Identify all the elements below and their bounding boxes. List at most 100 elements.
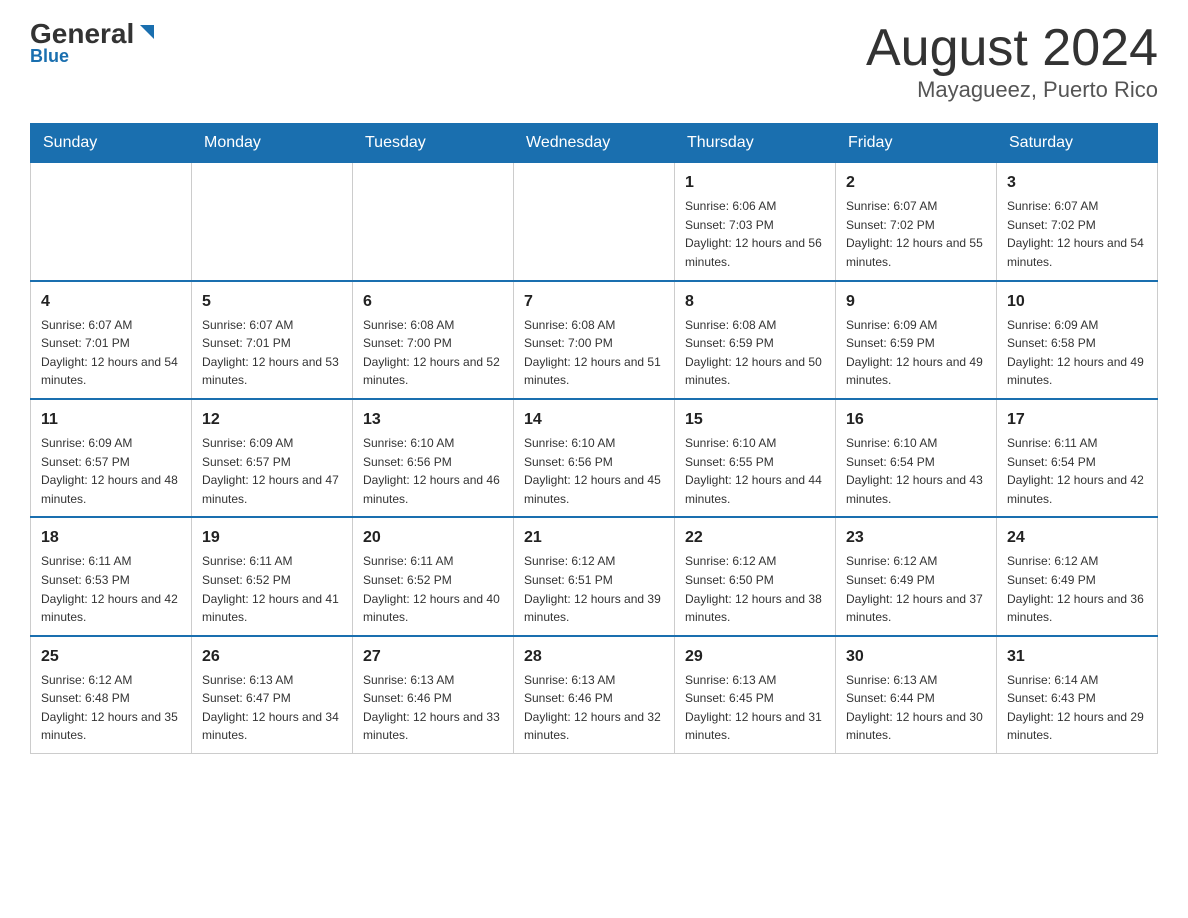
header-saturday: Saturday <box>997 124 1158 163</box>
day-info: Sunrise: 6:13 AMSunset: 6:44 PMDaylight:… <box>846 671 986 745</box>
table-row: 26Sunrise: 6:13 AMSunset: 6:47 PMDayligh… <box>192 636 353 754</box>
table-row: 31Sunrise: 6:14 AMSunset: 6:43 PMDayligh… <box>997 636 1158 754</box>
table-row <box>31 163 192 281</box>
day-number: 1 <box>685 171 825 195</box>
day-number: 28 <box>524 645 664 669</box>
day-info: Sunrise: 6:10 AMSunset: 6:54 PMDaylight:… <box>846 434 986 508</box>
day-info: Sunrise: 6:09 AMSunset: 6:57 PMDaylight:… <box>202 434 342 508</box>
table-row: 25Sunrise: 6:12 AMSunset: 6:48 PMDayligh… <box>31 636 192 754</box>
day-number: 12 <box>202 408 342 432</box>
table-row: 3Sunrise: 6:07 AMSunset: 7:02 PMDaylight… <box>997 163 1158 281</box>
day-info: Sunrise: 6:09 AMSunset: 6:58 PMDaylight:… <box>1007 316 1147 390</box>
calendar-week-row: 4Sunrise: 6:07 AMSunset: 7:01 PMDaylight… <box>31 281 1158 399</box>
day-info: Sunrise: 6:09 AMSunset: 6:59 PMDaylight:… <box>846 316 986 390</box>
day-info: Sunrise: 6:07 AMSunset: 7:02 PMDaylight:… <box>1007 197 1147 271</box>
table-row <box>514 163 675 281</box>
day-number: 17 <box>1007 408 1147 432</box>
day-number: 11 <box>41 408 181 432</box>
table-row: 24Sunrise: 6:12 AMSunset: 6:49 PMDayligh… <box>997 517 1158 635</box>
logo: General Blue <box>30 20 158 67</box>
day-info: Sunrise: 6:10 AMSunset: 6:55 PMDaylight:… <box>685 434 825 508</box>
day-info: Sunrise: 6:11 AMSunset: 6:54 PMDaylight:… <box>1007 434 1147 508</box>
day-info: Sunrise: 6:07 AMSunset: 7:01 PMDaylight:… <box>41 316 181 390</box>
day-number: 14 <box>524 408 664 432</box>
day-info: Sunrise: 6:13 AMSunset: 6:47 PMDaylight:… <box>202 671 342 745</box>
day-number: 9 <box>846 290 986 314</box>
day-number: 19 <box>202 526 342 550</box>
table-row: 22Sunrise: 6:12 AMSunset: 6:50 PMDayligh… <box>675 517 836 635</box>
table-row: 23Sunrise: 6:12 AMSunset: 6:49 PMDayligh… <box>836 517 997 635</box>
day-info: Sunrise: 6:09 AMSunset: 6:57 PMDaylight:… <box>41 434 181 508</box>
table-row: 14Sunrise: 6:10 AMSunset: 6:56 PMDayligh… <box>514 399 675 517</box>
calendar-table: Sunday Monday Tuesday Wednesday Thursday… <box>30 123 1158 754</box>
header-wednesday: Wednesday <box>514 124 675 163</box>
calendar-week-row: 11Sunrise: 6:09 AMSunset: 6:57 PMDayligh… <box>31 399 1158 517</box>
day-number: 20 <box>363 526 503 550</box>
table-row: 12Sunrise: 6:09 AMSunset: 6:57 PMDayligh… <box>192 399 353 517</box>
day-number: 31 <box>1007 645 1147 669</box>
header-thursday: Thursday <box>675 124 836 163</box>
logo-general: General <box>30 20 134 48</box>
day-info: Sunrise: 6:11 AMSunset: 6:53 PMDaylight:… <box>41 552 181 626</box>
day-number: 13 <box>363 408 503 432</box>
day-number: 23 <box>846 526 986 550</box>
table-row: 6Sunrise: 6:08 AMSunset: 7:00 PMDaylight… <box>353 281 514 399</box>
table-row: 7Sunrise: 6:08 AMSunset: 7:00 PMDaylight… <box>514 281 675 399</box>
calendar-week-row: 1Sunrise: 6:06 AMSunset: 7:03 PMDaylight… <box>31 163 1158 281</box>
calendar-title: August 2024 <box>866 20 1158 77</box>
header-tuesday: Tuesday <box>353 124 514 163</box>
calendar-header-row: Sunday Monday Tuesday Wednesday Thursday… <box>31 124 1158 163</box>
logo-blue: Blue <box>30 46 69 67</box>
title-section: August 2024 Mayagueez, Puerto Rico <box>866 20 1158 103</box>
calendar-week-row: 18Sunrise: 6:11 AMSunset: 6:53 PMDayligh… <box>31 517 1158 635</box>
day-info: Sunrise: 6:12 AMSunset: 6:49 PMDaylight:… <box>846 552 986 626</box>
day-info: Sunrise: 6:13 AMSunset: 6:46 PMDaylight:… <box>524 671 664 745</box>
day-number: 2 <box>846 171 986 195</box>
day-info: Sunrise: 6:08 AMSunset: 7:00 PMDaylight:… <box>524 316 664 390</box>
day-number: 6 <box>363 290 503 314</box>
day-info: Sunrise: 6:06 AMSunset: 7:03 PMDaylight:… <box>685 197 825 271</box>
table-row: 2Sunrise: 6:07 AMSunset: 7:02 PMDaylight… <box>836 163 997 281</box>
day-number: 5 <box>202 290 342 314</box>
table-row: 11Sunrise: 6:09 AMSunset: 6:57 PMDayligh… <box>31 399 192 517</box>
day-number: 4 <box>41 290 181 314</box>
table-row: 10Sunrise: 6:09 AMSunset: 6:58 PMDayligh… <box>997 281 1158 399</box>
day-info: Sunrise: 6:07 AMSunset: 7:01 PMDaylight:… <box>202 316 342 390</box>
day-number: 3 <box>1007 171 1147 195</box>
table-row: 20Sunrise: 6:11 AMSunset: 6:52 PMDayligh… <box>353 517 514 635</box>
day-info: Sunrise: 6:13 AMSunset: 6:45 PMDaylight:… <box>685 671 825 745</box>
day-info: Sunrise: 6:10 AMSunset: 6:56 PMDaylight:… <box>524 434 664 508</box>
table-row: 13Sunrise: 6:10 AMSunset: 6:56 PMDayligh… <box>353 399 514 517</box>
table-row: 16Sunrise: 6:10 AMSunset: 6:54 PMDayligh… <box>836 399 997 517</box>
table-row: 1Sunrise: 6:06 AMSunset: 7:03 PMDaylight… <box>675 163 836 281</box>
day-info: Sunrise: 6:12 AMSunset: 6:51 PMDaylight:… <box>524 552 664 626</box>
header-monday: Monday <box>192 124 353 163</box>
day-info: Sunrise: 6:12 AMSunset: 6:49 PMDaylight:… <box>1007 552 1147 626</box>
day-number: 18 <box>41 526 181 550</box>
table-row: 19Sunrise: 6:11 AMSunset: 6:52 PMDayligh… <box>192 517 353 635</box>
day-number: 29 <box>685 645 825 669</box>
table-row: 28Sunrise: 6:13 AMSunset: 6:46 PMDayligh… <box>514 636 675 754</box>
day-number: 25 <box>41 645 181 669</box>
table-row: 9Sunrise: 6:09 AMSunset: 6:59 PMDaylight… <box>836 281 997 399</box>
day-number: 15 <box>685 408 825 432</box>
table-row: 8Sunrise: 6:08 AMSunset: 6:59 PMDaylight… <box>675 281 836 399</box>
table-row: 30Sunrise: 6:13 AMSunset: 6:44 PMDayligh… <box>836 636 997 754</box>
table-row <box>192 163 353 281</box>
day-info: Sunrise: 6:14 AMSunset: 6:43 PMDaylight:… <box>1007 671 1147 745</box>
day-number: 8 <box>685 290 825 314</box>
table-row: 4Sunrise: 6:07 AMSunset: 7:01 PMDaylight… <box>31 281 192 399</box>
day-number: 24 <box>1007 526 1147 550</box>
day-number: 16 <box>846 408 986 432</box>
table-row: 18Sunrise: 6:11 AMSunset: 6:53 PMDayligh… <box>31 517 192 635</box>
logo-triangle-icon <box>136 21 158 43</box>
day-info: Sunrise: 6:08 AMSunset: 7:00 PMDaylight:… <box>363 316 503 390</box>
table-row: 29Sunrise: 6:13 AMSunset: 6:45 PMDayligh… <box>675 636 836 754</box>
header-friday: Friday <box>836 124 997 163</box>
day-number: 27 <box>363 645 503 669</box>
day-info: Sunrise: 6:07 AMSunset: 7:02 PMDaylight:… <box>846 197 986 271</box>
page-header: General Blue August 2024 Mayagueez, Puer… <box>30 20 1158 103</box>
table-row: 21Sunrise: 6:12 AMSunset: 6:51 PMDayligh… <box>514 517 675 635</box>
day-number: 22 <box>685 526 825 550</box>
table-row: 27Sunrise: 6:13 AMSunset: 6:46 PMDayligh… <box>353 636 514 754</box>
